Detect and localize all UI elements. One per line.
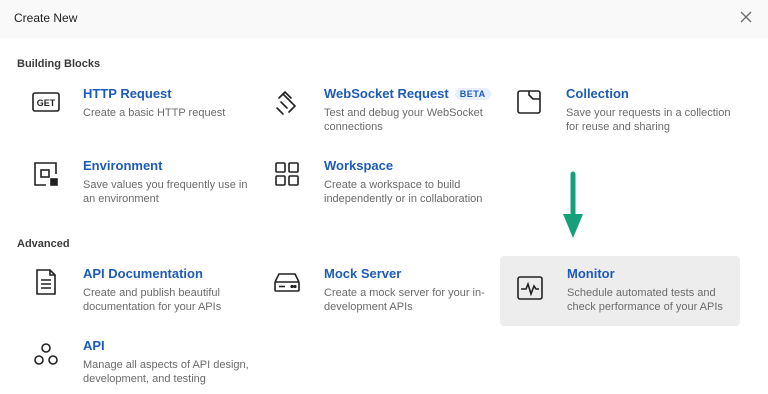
- api-desc: Manage all aspects of API design, develo…: [83, 359, 249, 385]
- server-icon: [273, 268, 301, 296]
- annotation-arrow-icon: [561, 170, 585, 242]
- http-request-desc: Create a basic HTTP request: [83, 107, 226, 119]
- api-documentation-title: API Documentation: [83, 266, 203, 281]
- get-icon-text: GET: [37, 98, 56, 108]
- workspace-desc: Create a workspace to build independentl…: [324, 179, 483, 205]
- monitor-title: Monitor: [567, 266, 615, 281]
- dialog-header: Create New: [0, 0, 768, 38]
- api-documentation-desc: Create and publish beautiful documentati…: [83, 287, 222, 313]
- websocket-desc: Test and debug your WebSocket connection…: [324, 107, 483, 133]
- api-icon: [32, 340, 60, 368]
- create-websocket-request[interactable]: WebSocket Request BETA Test and debug you…: [257, 72, 497, 142]
- section-building-blocks: Building Blocks: [17, 58, 101, 70]
- beta-badge: BETA: [454, 88, 491, 100]
- close-icon[interactable]: [738, 9, 754, 25]
- api-title: API: [83, 338, 105, 353]
- websocket-icon: [273, 88, 301, 116]
- environment-icon: [32, 160, 60, 188]
- create-mock-server[interactable]: Mock Server Create a mock server for you…: [257, 252, 497, 322]
- create-workspace[interactable]: Workspace Create a workspace to build in…: [257, 144, 497, 214]
- workspace-title: Workspace: [324, 158, 394, 173]
- websocket-title-text: WebSocket Request: [324, 86, 449, 101]
- environment-title: Environment: [83, 158, 163, 173]
- create-environment[interactable]: Environment Save values you frequently u…: [16, 144, 256, 214]
- mock-server-title: Mock Server: [324, 266, 402, 281]
- workspace-icon: [273, 160, 301, 188]
- create-collection[interactable]: Collection Save your requests in a colle…: [499, 72, 739, 142]
- monitor-desc: Schedule automated tests and check perfo…: [567, 287, 723, 313]
- document-icon: [32, 268, 60, 296]
- section-advanced: Advanced: [17, 238, 70, 250]
- dialog-title: Create New: [14, 11, 78, 25]
- collection-title: Collection: [566, 86, 629, 101]
- websocket-title: WebSocket Request BETA: [324, 86, 491, 101]
- mock-server-desc: Create a mock server for your in-develop…: [324, 287, 485, 313]
- collection-icon: [515, 88, 543, 116]
- collection-desc: Save your requests in a collection for r…: [566, 107, 731, 133]
- create-http-request[interactable]: GET HTTP Request Create a basic HTTP req…: [16, 72, 256, 142]
- monitor-icon: [516, 274, 544, 302]
- create-api-documentation[interactable]: API Documentation Create and publish bea…: [16, 252, 256, 322]
- get-icon: GET: [32, 88, 60, 116]
- environment-desc: Save values you frequently use in an env…: [83, 179, 248, 205]
- http-request-title: HTTP Request: [83, 86, 172, 101]
- create-monitor[interactable]: Monitor Schedule automated tests and che…: [500, 256, 740, 326]
